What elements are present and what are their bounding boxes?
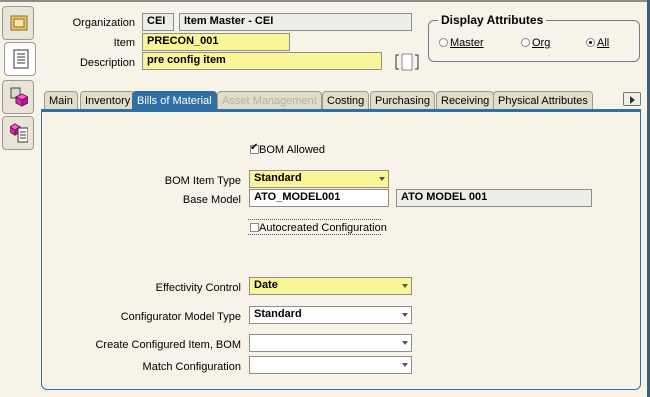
configurator-model-type-label: Configurator Model Type	[120, 311, 241, 323]
bom-item-type-select[interactable]: Standard	[249, 170, 389, 188]
radio-org[interactable]: Org	[521, 37, 550, 49]
tab-physical-attributes[interactable]: Physical Attributes	[493, 91, 593, 110]
radio-all[interactable]: All	[586, 37, 609, 49]
item-cube-button[interactable]	[2, 80, 34, 114]
item-list-icon	[13, 49, 29, 69]
base-model-field[interactable]: ATO_MODEL001	[249, 189, 389, 207]
chevron-down-icon	[402, 341, 408, 345]
tab-costing[interactable]: Costing	[322, 91, 370, 110]
base-model-label: Base Model	[182, 194, 241, 206]
bom-allowed-checkbox[interactable]: BOM Allowed	[250, 142, 326, 156]
catalog-button[interactable]	[2, 116, 34, 150]
match-configuration-label: Match Configuration	[142, 361, 241, 373]
radio-org-dot	[521, 38, 530, 47]
chevron-down-icon	[402, 313, 408, 317]
tab-inventory[interactable]: Inventory	[80, 91, 136, 110]
organization-label: Organization	[72, 17, 135, 29]
base-model-description: ATO MODEL 001	[396, 189, 592, 207]
autocreated-label: Autocreated Configuration	[259, 222, 387, 234]
bom-tab-panel-top	[41, 109, 641, 112]
bom-allowed-label: BOM Allowed	[259, 144, 326, 156]
catalog-icon	[10, 123, 28, 143]
display-attributes-title: Display Attributes	[438, 13, 547, 27]
tab-main[interactable]: Main	[44, 91, 78, 110]
autocreated-box	[250, 223, 259, 232]
configurator-model-type-select[interactable]: Standard	[249, 306, 412, 324]
radio-all-label: All	[597, 37, 610, 49]
scroll-right-icon[interactable]	[623, 92, 641, 106]
create-configured-item-label: Create Configured Item, BOM	[95, 339, 241, 351]
tab-asset-management: Asset Management	[217, 91, 322, 110]
item-cube-icon	[10, 87, 28, 107]
radio-master-dot	[439, 38, 448, 47]
organization-code-field[interactable]: CEI	[142, 13, 174, 31]
autocreated-checkbox[interactable]: Autocreated Configuration	[250, 222, 387, 234]
chevron-down-icon	[402, 363, 408, 367]
description-label: Description	[79, 57, 135, 69]
radio-master-label: Master	[450, 37, 484, 49]
org-folder-button[interactable]	[2, 6, 34, 40]
chevron-down-icon	[402, 284, 408, 288]
bom-item-type-label: BOM Item Type	[164, 175, 241, 187]
org-folder-icon	[10, 15, 28, 31]
item-list-button[interactable]	[4, 42, 36, 76]
tab-receiving[interactable]: Receiving	[436, 91, 495, 110]
configurator-model-type-value: Standard	[254, 308, 302, 320]
radio-all-dot	[586, 38, 595, 47]
effectivity-control-select[interactable]: Date	[249, 277, 412, 295]
left-toolbar	[2, 6, 36, 150]
effectivity-control-value: Date	[254, 279, 278, 291]
radio-org-label: Org	[532, 37, 551, 49]
description-field[interactable]: pre config item	[142, 52, 382, 70]
checkmark-icon	[250, 142, 259, 154]
tab-purchasing[interactable]: Purchasing	[370, 91, 436, 110]
flexfield-bracket-icon[interactable]	[394, 53, 420, 71]
create-configured-item-select[interactable]	[249, 334, 412, 352]
radio-master[interactable]: Master	[439, 37, 484, 49]
tab-bills-of-material[interactable]: Bills of Material	[132, 91, 217, 110]
organization-name-field[interactable]: Item Master - CEI	[179, 13, 412, 31]
chevron-down-icon	[379, 177, 385, 181]
effectivity-control-label: Effectivity Control	[155, 282, 241, 294]
match-configuration-select[interactable]	[249, 356, 412, 374]
item-field[interactable]: PRECON_001	[142, 33, 290, 51]
bom-item-type-value: Standard	[254, 172, 302, 184]
item-label: Item	[113, 37, 135, 49]
